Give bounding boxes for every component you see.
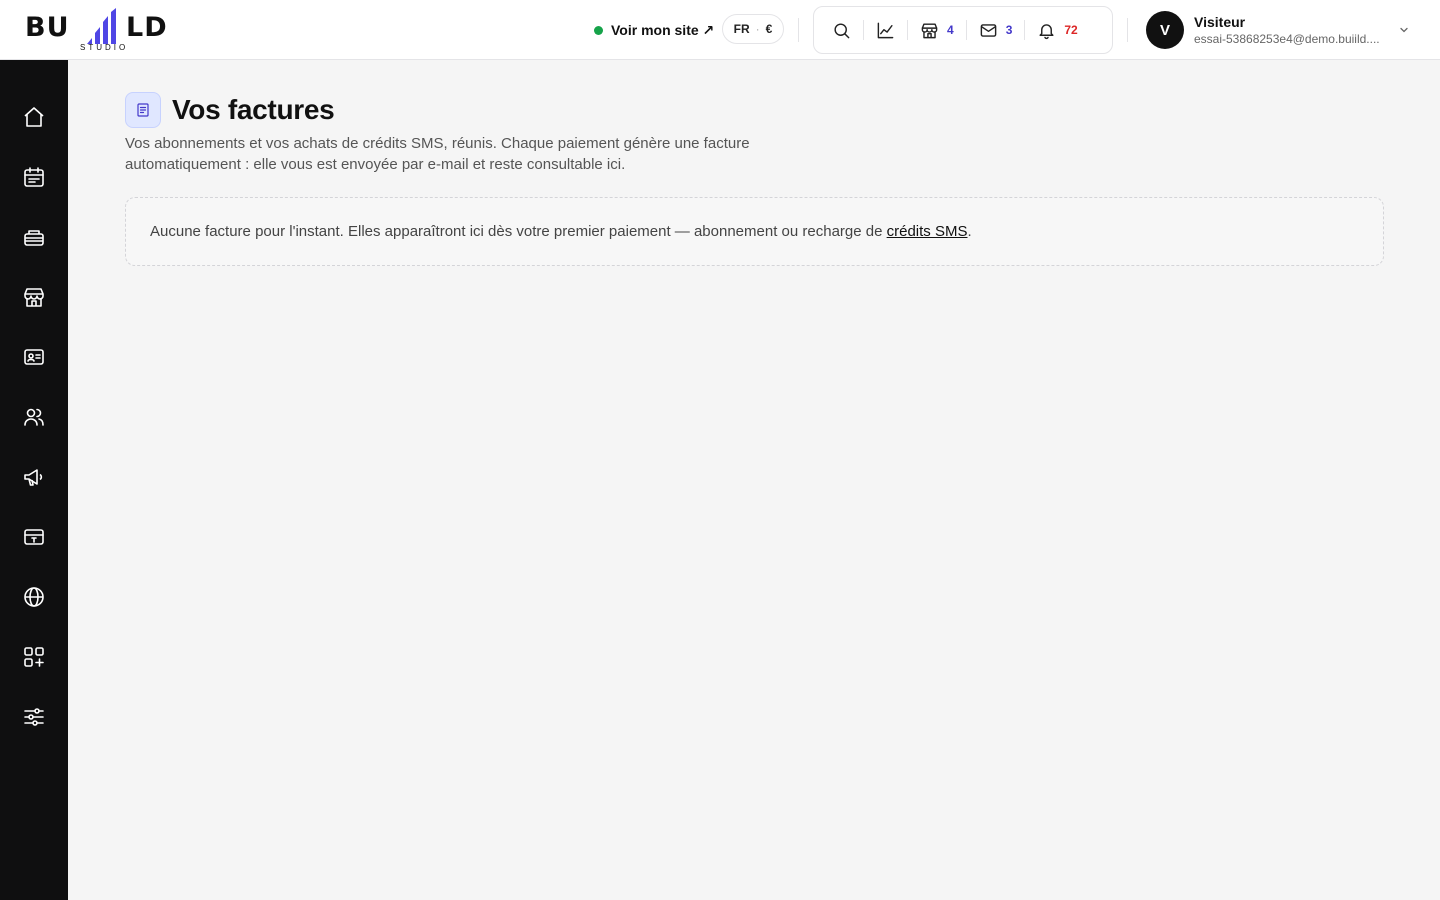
currency-symbol: € [765, 22, 773, 36]
chevron-down-icon [1400, 27, 1408, 33]
logo-bars-icon [87, 8, 116, 44]
language-code: FR [733, 22, 750, 36]
top-bar: BU LD STUDIO Voir mon site ↗ FR · € 4 3 … [0, 0, 1440, 60]
messages-count-badge: 3 [1005, 23, 1013, 37]
calendar-icon [24, 167, 44, 187]
mail-icon [980, 23, 997, 37]
sidebar-item-users[interactable] [14, 397, 54, 437]
empty-invoices-notice: Aucune facture pour l'instant. Elles app… [125, 197, 1384, 266]
megaphone-icon [24, 469, 43, 486]
notifications-count-badge: 72 [1064, 23, 1078, 37]
title-icon-badge [125, 92, 161, 128]
empty-notice-end: . [967, 223, 972, 240]
messages-button[interactable]: 3 [967, 14, 1025, 46]
user-email: essai-53868253e4@demo.buiild.... [1194, 32, 1380, 46]
page-description: Vos abonnements et vos achats de crédits… [125, 135, 750, 173]
sidebar-item-settings[interactable] [14, 697, 54, 737]
contact-card-icon [24, 349, 44, 365]
chart-icon [877, 22, 894, 38]
view-site-label: Voir mon site ↗ [611, 21, 715, 38]
sidebar-item-contacts[interactable] [14, 337, 54, 377]
sms-credits-link[interactable]: crédits SMS [887, 223, 968, 240]
empty-notice-text: Aucune facture pour l'instant. Elles app… [150, 223, 972, 240]
bell-icon [1039, 23, 1054, 39]
language-currency-selector[interactable]: FR · € [722, 14, 784, 44]
sidebar-item-calendar[interactable] [14, 157, 54, 197]
avatar: V [1146, 11, 1184, 49]
sidebar-item-website[interactable] [14, 577, 54, 617]
services-icon [24, 230, 44, 246]
store-icon [921, 22, 938, 38]
settings-sliders-icon [24, 708, 44, 726]
user-name: Visiteur [1194, 14, 1246, 30]
sidebar-item-home[interactable] [14, 97, 54, 137]
stores-count-badge: 4 [947, 23, 954, 37]
build-studio-logo[interactable]: BU LD STUDIO [24, 8, 184, 52]
apps-icon [24, 647, 44, 667]
search-icon [834, 22, 850, 38]
user-menu[interactable]: V Visiteur essai-53868253e4@demo.buiild.… [1146, 11, 1416, 49]
sidebar-item-apps[interactable] [14, 637, 54, 677]
sidebar [0, 60, 68, 900]
site-status-dot [594, 25, 603, 35]
sidebar-item-services[interactable] [14, 217, 54, 257]
page-title: Vos factures [172, 94, 335, 125]
empty-notice-message: Aucune facture pour l'instant. Elles app… [150, 223, 887, 240]
users-icon [24, 408, 44, 426]
analytics-button[interactable] [864, 14, 907, 46]
invoice-icon [137, 103, 149, 117]
sidebar-item-store[interactable] [14, 277, 54, 317]
user-info: Visiteur essai-53868253e4@demo.buiild...… [1194, 13, 1390, 47]
sidebar-item-marketing[interactable] [14, 457, 54, 497]
logo-word-left: BU [25, 12, 70, 43]
notifications-button[interactable]: 72 [1025, 14, 1089, 46]
payment-card-icon [24, 529, 44, 545]
view-site-link[interactable]: Voir mon site ↗ [594, 19, 714, 41]
logo-subtitle: STUDIO [80, 43, 129, 52]
stores-button[interactable]: 4 [908, 14, 966, 46]
globe-icon [24, 587, 44, 607]
header-divider [798, 18, 799, 42]
page-header: Vos factures [125, 92, 335, 128]
sidebar-item-payments[interactable] [14, 517, 54, 557]
search-button[interactable] [820, 14, 863, 46]
logo-word-right: LD [126, 12, 168, 43]
header-divider [1127, 18, 1128, 42]
store-icon [24, 288, 44, 307]
separator-dot: · [755, 22, 760, 36]
home-icon [24, 107, 44, 127]
header-toolbar: 4 3 72 [813, 6, 1113, 54]
